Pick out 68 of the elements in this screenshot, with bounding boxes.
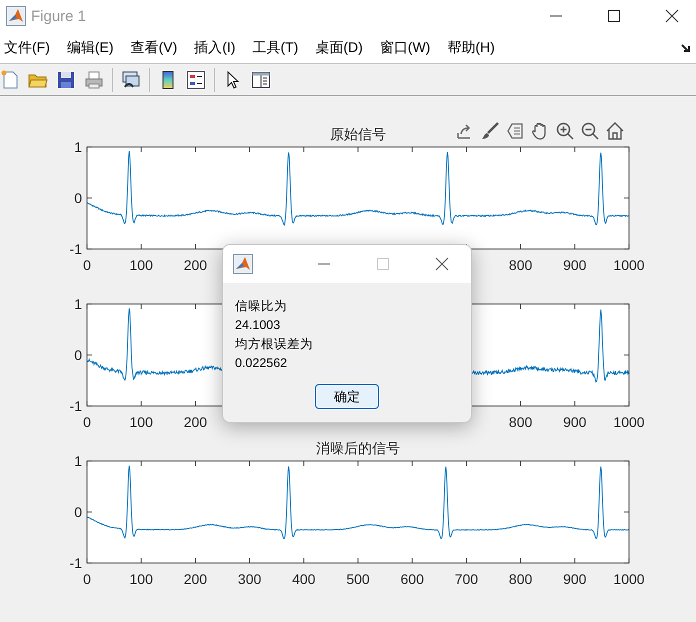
- menu-item[interactable]: 桌面(D): [315, 38, 363, 56]
- legend-icon[interactable]: [186, 70, 206, 90]
- message-text: 24.1003: [235, 317, 282, 334]
- y-tick-label: 0: [74, 347, 82, 363]
- new-file-icon[interactable]: [0, 70, 20, 90]
- message-text: 均方根误差为: [235, 336, 314, 353]
- x-tick-label: 800: [508, 257, 532, 273]
- x-tick-label: 800: [508, 414, 532, 430]
- menu-item[interactable]: 编辑(E): [66, 38, 114, 56]
- y-tick-label: 0: [74, 190, 82, 206]
- menu-item[interactable]: 帮助(H): [447, 38, 495, 56]
- x-tick-label: 200: [184, 257, 208, 273]
- panel-icon[interactable]: [251, 70, 271, 90]
- plot-title: 原始信号: [330, 126, 386, 142]
- export-icon[interactable]: [457, 124, 471, 139]
- zoom-out-icon[interactable]: [582, 122, 599, 140]
- y-tick-label: 1: [74, 453, 82, 469]
- print-icon[interactable]: [84, 70, 104, 90]
- x-tick-label: 0: [83, 414, 91, 430]
- brush-icon[interactable]: [482, 122, 499, 139]
- menu-item[interactable]: 插入(I): [194, 38, 236, 56]
- maximize-icon[interactable]: [607, 9, 621, 23]
- x-tick-label: 900: [563, 571, 586, 587]
- x-tick-label: 100: [130, 414, 153, 430]
- maximize-icon: [376, 257, 390, 271]
- data-tip-icon[interactable]: [507, 123, 523, 139]
- x-tick-label: 500: [346, 571, 370, 587]
- x-tick-label: 1000: [613, 257, 645, 273]
- y-tick-label: 1: [74, 139, 82, 155]
- y-tick-label: 0: [74, 504, 82, 520]
- save-icon[interactable]: [56, 70, 76, 90]
- x-tick-label: 100: [130, 257, 153, 273]
- x-tick-label: 300: [238, 571, 262, 587]
- zoom-in-icon[interactable]: [556, 122, 574, 140]
- menu-item[interactable]: 文件(F): [4, 38, 50, 56]
- x-tick-label: 100: [130, 571, 153, 587]
- x-tick-label: 900: [563, 257, 586, 273]
- close-icon[interactable]: [435, 257, 449, 271]
- x-tick-label: 200: [184, 571, 208, 587]
- close-icon[interactable]: [665, 9, 679, 23]
- home-icon[interactable]: [606, 122, 624, 140]
- menu-item[interactable]: 查看(V): [130, 38, 178, 56]
- x-tick-label: 0: [83, 257, 91, 273]
- ok-button[interactable]: 确定: [315, 384, 379, 409]
- window-title: Figure 1: [31, 8, 86, 24]
- y-tick-label: -1: [70, 241, 82, 257]
- plot-title: 消噪后的信号: [316, 440, 400, 456]
- x-tick-label: 900: [563, 414, 586, 430]
- x-tick-label: 700: [454, 571, 478, 587]
- menu-item[interactable]: 窗口(W): [380, 38, 430, 56]
- y-tick-label: -1: [70, 555, 82, 571]
- app-logo-icon: [6, 6, 26, 26]
- app-logo-icon: [233, 254, 253, 274]
- link-windows-icon[interactable]: [121, 70, 141, 90]
- menu-item[interactable]: 工具(T): [252, 38, 298, 56]
- x-tick-label: 800: [508, 571, 532, 587]
- y-tick-label: -1: [70, 398, 82, 414]
- dock-arrow-icon[interactable]: [681, 42, 691, 52]
- message-text: 0.022562: [235, 355, 288, 372]
- y-tick-label: 1: [74, 296, 82, 312]
- x-tick-label: 200: [184, 414, 208, 430]
- x-tick-label: 400: [292, 571, 316, 587]
- x-tick-label: 1000: [613, 414, 645, 430]
- x-tick-label: 1000: [613, 571, 645, 587]
- x-tick-label: 0: [83, 571, 91, 587]
- x-tick-label: 600: [400, 571, 424, 587]
- hand-icon[interactable]: [532, 122, 546, 140]
- message-text: 信噪比为: [235, 298, 288, 315]
